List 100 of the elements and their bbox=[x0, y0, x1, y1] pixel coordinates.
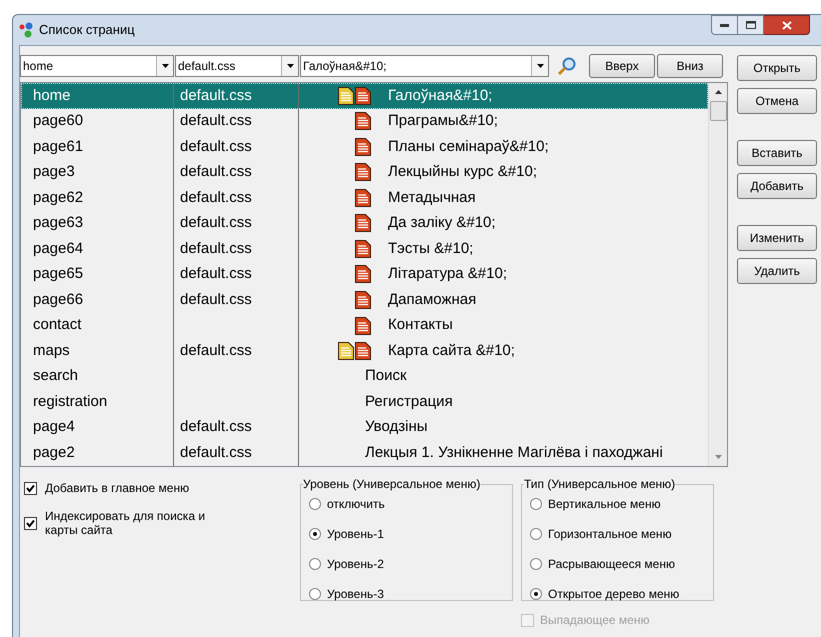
radio-label: Уровень-2 bbox=[327, 556, 384, 573]
scroll-thumb[interactable] bbox=[710, 101, 726, 121]
page-title: Тэсты &#10; bbox=[388, 238, 474, 259]
list-row[interactable]: page2 default.css Лекцыя 1. Узнікненне Магілёва і паходжані bbox=[21, 440, 708, 466]
page-dropdown[interactable]: home bbox=[20, 55, 174, 77]
radio-button[interactable] bbox=[530, 498, 542, 510]
action-button[interactable]: Удалить bbox=[737, 258, 817, 284]
radio-label: Вертикальное меню bbox=[548, 496, 661, 513]
page-title: Праграмы&#10; bbox=[388, 111, 498, 132]
action-button[interactable]: Вставить bbox=[737, 140, 817, 166]
radio-button[interactable] bbox=[530, 558, 542, 570]
action-button[interactable]: Открыть bbox=[737, 55, 817, 81]
page-name: page62 bbox=[33, 188, 84, 208]
page-name: page3 bbox=[33, 162, 75, 182]
stylesheet-name: default.css bbox=[180, 340, 252, 361]
page-name: search bbox=[33, 366, 78, 386]
page-title: Да заліку &#10; bbox=[388, 213, 496, 234]
radio-label: Уровень-3 bbox=[327, 586, 384, 603]
page-title: Карта сайта &#10; bbox=[388, 340, 515, 361]
list-row[interactable]: page62 default.css Метадычная bbox=[21, 185, 708, 211]
toolbar-button[interactable]: Вниз bbox=[657, 54, 723, 78]
radio-label: Расрывающееся меню bbox=[548, 556, 675, 573]
page-name: page66 bbox=[33, 290, 84, 310]
list-row[interactable]: page64 default.css Тэсты &#10; bbox=[21, 236, 708, 262]
radio-button[interactable] bbox=[309, 558, 321, 570]
page-name: page2 bbox=[33, 442, 75, 463]
page-name: page4 bbox=[33, 417, 75, 438]
window-title: Список страниц bbox=[39, 21, 135, 40]
list-row[interactable]: page61 default.css Планы семінараў&#10; bbox=[21, 134, 708, 160]
stylesheet-name: default.css bbox=[180, 417, 252, 438]
page-name: maps bbox=[33, 340, 70, 361]
search-icon bbox=[557, 56, 577, 76]
stylesheet-name: default.css bbox=[180, 442, 252, 463]
selected-row[interactable]: home default.css Галоўная&#10; bbox=[21, 83, 708, 109]
stylesheet-name: default.css bbox=[180, 290, 252, 310]
list-row[interactable]: page66 default.css Дапаможная bbox=[21, 287, 708, 313]
close-button[interactable] bbox=[764, 15, 810, 35]
stylesheet-name: default.css bbox=[180, 213, 252, 234]
page-name: home bbox=[33, 86, 71, 106]
scrollbar[interactable] bbox=[708, 83, 727, 466]
stylesheet-dropdown[interactable]: default.css bbox=[175, 55, 299, 77]
radio-button[interactable] bbox=[530, 588, 542, 600]
page-title: Поиск bbox=[365, 366, 407, 386]
page-name: page63 bbox=[33, 213, 84, 234]
stylesheet-name: default.css bbox=[180, 188, 252, 208]
page-name: page61 bbox=[33, 136, 84, 157]
radio-label: отключить bbox=[327, 496, 385, 513]
list-row[interactable]: page4 default.css Уводзіны bbox=[21, 414, 708, 440]
radio-label: Открытое дерево меню bbox=[548, 586, 680, 603]
page-name: contact bbox=[33, 315, 82, 336]
action-button[interactable]: Добавить bbox=[737, 173, 817, 199]
list-row[interactable]: page63 default.css Да заліку &#10; bbox=[21, 210, 708, 236]
page-title: Контакты bbox=[388, 315, 453, 336]
page-title: Галоўная&#10; bbox=[388, 86, 492, 106]
list-row[interactable]: page60 default.css Праграмы&#10; bbox=[21, 108, 708, 134]
minimize-button[interactable] bbox=[711, 15, 738, 35]
close-icon bbox=[782, 20, 792, 30]
page-name: page64 bbox=[33, 238, 84, 259]
stylesheet-name: default.css bbox=[180, 162, 252, 182]
app-icon bbox=[19, 22, 35, 38]
maximize-button[interactable] bbox=[738, 15, 764, 35]
checkbox[interactable] bbox=[24, 482, 37, 494]
page-title: Уводзіны bbox=[365, 417, 428, 438]
toolbar-button[interactable]: Вверх bbox=[589, 54, 655, 78]
stylesheet-name: default.css bbox=[180, 111, 252, 132]
list-row[interactable]: contact Контакты bbox=[21, 312, 708, 338]
page-title: Дапаможная bbox=[388, 290, 476, 310]
radio-button[interactable] bbox=[309, 528, 321, 540]
maximize-icon bbox=[746, 21, 756, 29]
radio-button[interactable] bbox=[309, 588, 321, 600]
page-title: Планы семінараў&#10; bbox=[388, 136, 549, 157]
list-row[interactable]: maps default.css Карта сайта &#10; bbox=[21, 338, 708, 364]
down-arrow-icon bbox=[714, 455, 722, 459]
checkbox-label: Добавить в главное меню bbox=[45, 481, 190, 495]
page-name: registration bbox=[33, 392, 108, 412]
radio-label: Горизонтальное меню bbox=[548, 526, 672, 543]
page-title: Метадычная bbox=[388, 188, 476, 208]
action-button[interactable]: Отмена bbox=[737, 88, 817, 114]
page-title: Літаратура &#10; bbox=[388, 264, 507, 284]
stylesheet-name: default.css bbox=[180, 238, 252, 259]
checkbox-label: Выпадающее меню bbox=[540, 612, 650, 629]
page-title: Регистрация bbox=[365, 392, 453, 412]
action-button[interactable]: Изменить bbox=[737, 225, 817, 251]
list-row[interactable]: page65 default.css Літаратура &#10; bbox=[21, 262, 708, 288]
page-title: Лекцыя 1. Узнікненне Магілёва і паходжані bbox=[365, 442, 663, 463]
up-arrow-icon bbox=[714, 90, 722, 94]
stylesheet-name: default.css bbox=[180, 136, 252, 157]
minimize-icon bbox=[720, 24, 729, 26]
checkbox-label: Индексировать для поиска и карты сайта bbox=[45, 509, 206, 537]
title-dropdown[interactable]: Галоўная&#10; bbox=[300, 55, 549, 77]
radio-button[interactable] bbox=[309, 498, 321, 510]
page-name: page60 bbox=[33, 111, 84, 132]
radio-button[interactable] bbox=[530, 528, 542, 540]
page-title: Лекцыйны курс &#10; bbox=[388, 162, 538, 182]
checkbox[interactable] bbox=[24, 516, 37, 530]
list-row[interactable]: search Поиск bbox=[21, 364, 708, 390]
list-row[interactable]: registration Регистрация bbox=[21, 389, 708, 415]
group-title: Уровень (Универсальное меню) bbox=[303, 476, 480, 493]
page-name: page65 bbox=[33, 264, 84, 284]
list-row[interactable]: page3 default.css Лекцыйны курс &#10; bbox=[21, 160, 708, 186]
